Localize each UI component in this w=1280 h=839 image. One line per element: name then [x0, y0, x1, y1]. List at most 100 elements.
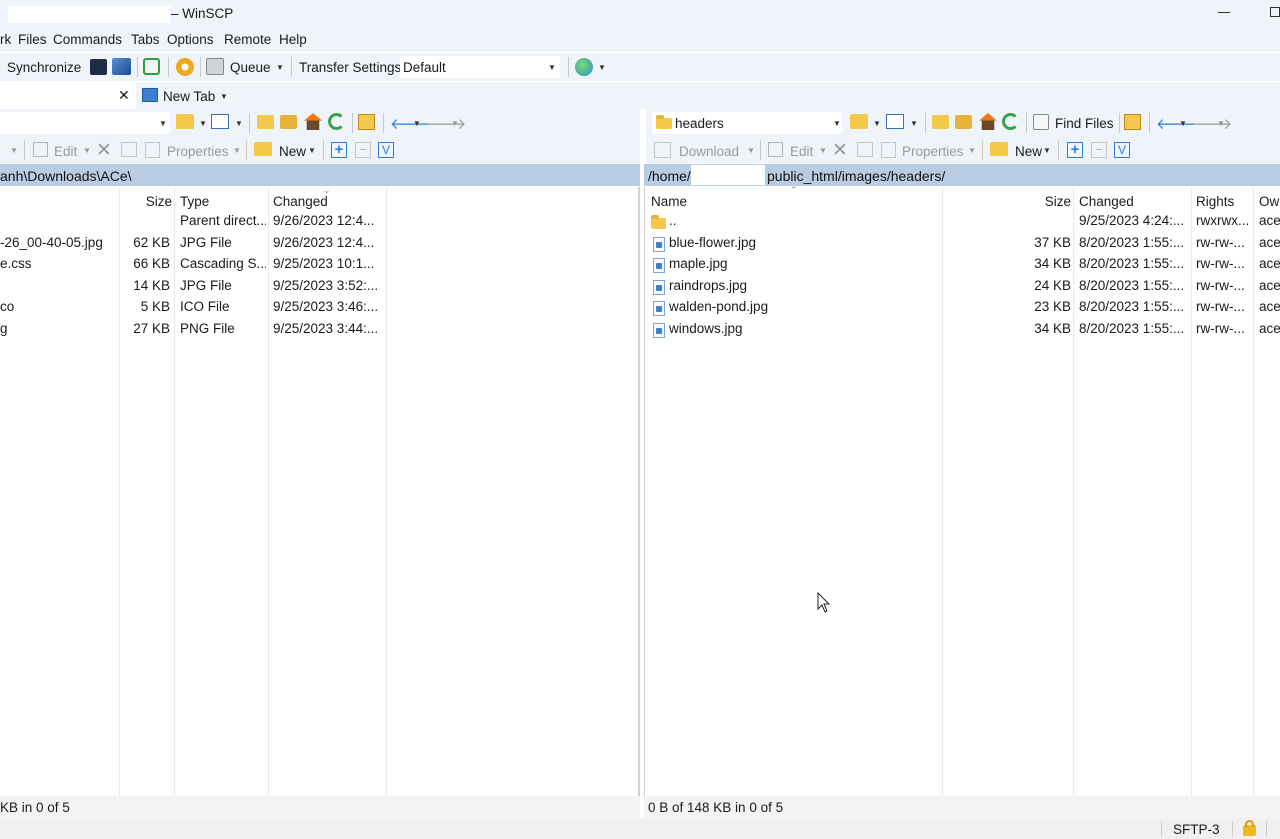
table-row[interactable]: blue-flower.jpg 37 KB 8/20/2023 1:55:... rw… — [645, 235, 1280, 256]
select-plus-icon[interactable]: + — [331, 142, 347, 158]
table-row[interactable]: Parent direct... 9/26/2023 12:4... — [0, 213, 386, 234]
console-icon[interactable] — [90, 59, 107, 75]
left-address-bar[interactable]: anh\Downloads\ACe\ — [0, 164, 640, 186]
delete-icon[interactable]: ✕ — [832, 139, 848, 162]
network-globe-icon[interactable] — [575, 58, 593, 76]
filter-icon[interactable] — [211, 114, 229, 129]
restore-button[interactable] — [1270, 7, 1280, 17]
synchronize-button[interactable]: Synchronize — [7, 60, 81, 75]
table-row[interactable]: .. 9/25/2023 4:24:... rwxrwx... acer — [645, 213, 1280, 234]
table-row[interactable]: walden-pond.jpg 23 KB 8/20/2023 1:55:... rw… — [645, 299, 1280, 320]
right-file-list[interactable]: Name ⌃ Size Changed Rights Owr .. 9/25/20… — [644, 185, 1280, 796]
left-col-type[interactable]: Type — [180, 194, 209, 209]
preferences-gear-icon[interactable] — [176, 58, 194, 76]
delete-icon[interactable]: ✕ — [96, 139, 112, 162]
find-files-button[interactable]: Find Files — [1055, 116, 1114, 131]
edit-icon[interactable] — [768, 142, 783, 157]
table-row[interactable]: windows.jpg 34 KB 8/20/2023 1:55:... rw-rw-… — [645, 321, 1280, 342]
left-properties-button[interactable]: Properties — [167, 144, 229, 159]
root-folder-icon[interactable] — [280, 115, 297, 129]
right-col-rights[interactable]: Rights — [1196, 194, 1234, 209]
parent-folder-icon[interactable] — [257, 115, 274, 129]
refresh-compare-icon[interactable] — [143, 58, 160, 75]
open-dropdown-icon[interactable]: ▼ — [873, 119, 881, 128]
right-col-changed[interactable]: Changed — [1079, 194, 1134, 209]
right-address-bar[interactable]: /home/ public_html/images/headers/ — [644, 164, 1280, 186]
back-dropdown-icon[interactable]: ▼ — [1179, 119, 1187, 128]
queue-button[interactable]: Queue — [230, 60, 271, 75]
left-col-size[interactable]: Size — [120, 194, 172, 209]
new-dropdown-icon[interactable]: ▼ — [1043, 146, 1051, 155]
new-dropdown-icon[interactable]: ▼ — [308, 146, 316, 155]
filter-dropdown-icon[interactable]: ▼ — [910, 119, 918, 128]
rename-icon[interactable] — [121, 142, 137, 157]
menu-help[interactable]: Help — [279, 32, 307, 47]
filter-dropdown-icon[interactable]: ▼ — [235, 119, 243, 128]
new-folder-icon[interactable] — [254, 142, 272, 156]
menu-local[interactable]: rk — [0, 32, 11, 47]
right-folder-combo[interactable]: headers ▼ — [652, 112, 842, 134]
table-row[interactable]: 14 KB JPG File 9/25/2023 3:52:... — [0, 278, 386, 299]
refresh-icon[interactable] — [1002, 113, 1019, 130]
edit-icon[interactable] — [33, 142, 48, 157]
filter-icon[interactable] — [886, 114, 904, 129]
open-dropdown-icon[interactable]: ▼ — [199, 119, 207, 128]
properties-dropdown-icon[interactable]: ▼ — [233, 146, 241, 155]
forward-dropdown-icon[interactable]: ▼ — [451, 119, 459, 128]
table-row[interactable]: -26_00-40-05.jpg 62 KB JPG File 9/26/2023 1… — [0, 235, 386, 256]
table-row[interactable]: raindrops.jpg 24 KB 8/20/2023 1:55:... rw-r… — [645, 278, 1280, 299]
left-file-list[interactable]: Size Type Changed ⌄ Parent direct... 9/26… — [0, 185, 640, 796]
select-filter-icon[interactable]: V — [378, 142, 394, 158]
select-plus-icon[interactable]: + — [1067, 142, 1083, 158]
forward-dropdown-icon[interactable]: ▼ — [1217, 119, 1225, 128]
forward-arrow-icon[interactable]: 🡒 — [426, 114, 466, 133]
menu-remote[interactable]: Remote — [224, 32, 271, 47]
transfer-profile-select[interactable]: Default ▼ — [400, 56, 560, 78]
menu-options[interactable]: Options — [167, 32, 214, 47]
transfer-settings-label[interactable]: Transfer Settings — [299, 60, 401, 75]
properties-dropdown-icon[interactable]: ▼ — [968, 146, 976, 155]
right-col-size[interactable]: Size — [1015, 194, 1071, 209]
left-edit-button[interactable]: Edit — [54, 144, 77, 159]
unselect-minus-icon[interactable]: − — [355, 142, 371, 158]
rename-icon[interactable] — [857, 142, 873, 157]
putty-icon[interactable] — [112, 58, 131, 75]
refresh-icon[interactable] — [328, 113, 345, 130]
download-dropdown-icon[interactable]: ▼ — [747, 146, 755, 155]
unselect-minus-icon[interactable]: − — [1091, 142, 1107, 158]
right-col-name[interactable]: Name — [651, 194, 687, 209]
left-folder-combo[interactable]: ▼ — [0, 112, 170, 134]
new-tab-dropdown-icon[interactable]: ▼ — [220, 92, 228, 101]
table-row[interactable]: maple.jpg 34 KB 8/20/2023 1:55:... rw-rw-..… — [645, 256, 1280, 277]
open-folder-icon[interactable] — [850, 114, 868, 129]
tree-icon[interactable] — [358, 114, 375, 130]
home-icon[interactable] — [304, 113, 322, 130]
right-col-owner[interactable]: Owr — [1259, 194, 1280, 209]
minimize-button[interactable] — [1218, 12, 1230, 13]
table-row[interactable]: g 27 KB PNG File 9/25/2023 3:44:... — [0, 321, 386, 342]
tree-icon[interactable] — [1124, 114, 1141, 130]
open-folder-icon[interactable] — [176, 114, 194, 129]
left-download-dropdown-icon[interactable]: ▼ — [10, 146, 18, 155]
properties-icon[interactable] — [881, 142, 896, 158]
menu-commands[interactable]: Commands — [53, 32, 122, 47]
right-new-button[interactable]: New — [1015, 144, 1042, 159]
left-col-changed[interactable]: Changed — [273, 194, 328, 209]
back-arrow-icon[interactable]: 🡐 — [390, 114, 430, 133]
edit-dropdown-icon[interactable]: ▼ — [819, 146, 827, 155]
edit-dropdown-icon[interactable]: ▼ — [83, 146, 91, 155]
forward-arrow-icon[interactable]: 🡒 — [1192, 114, 1232, 133]
close-tab-icon[interactable]: ✕ — [118, 87, 130, 104]
table-row[interactable]: e.css 66 KB Cascading S... 9/25/2023 10:1..… — [0, 256, 386, 277]
parent-folder-icon[interactable] — [932, 115, 949, 129]
menu-files[interactable]: Files — [18, 32, 47, 47]
new-tab-button[interactable]: New Tab — [163, 89, 215, 104]
session-tab[interactable]: ✕ — [0, 82, 136, 109]
queue-dropdown-icon[interactable]: ▼ — [276, 63, 284, 72]
right-download-button[interactable]: Download — [679, 144, 739, 159]
back-dropdown-icon[interactable]: ▼ — [413, 119, 421, 128]
table-row[interactable]: co 5 KB ICO File 9/25/2023 3:46:... — [0, 299, 386, 320]
home-icon[interactable] — [979, 113, 997, 130]
new-folder-icon[interactable] — [990, 142, 1008, 156]
select-filter-icon[interactable]: V — [1114, 142, 1130, 158]
